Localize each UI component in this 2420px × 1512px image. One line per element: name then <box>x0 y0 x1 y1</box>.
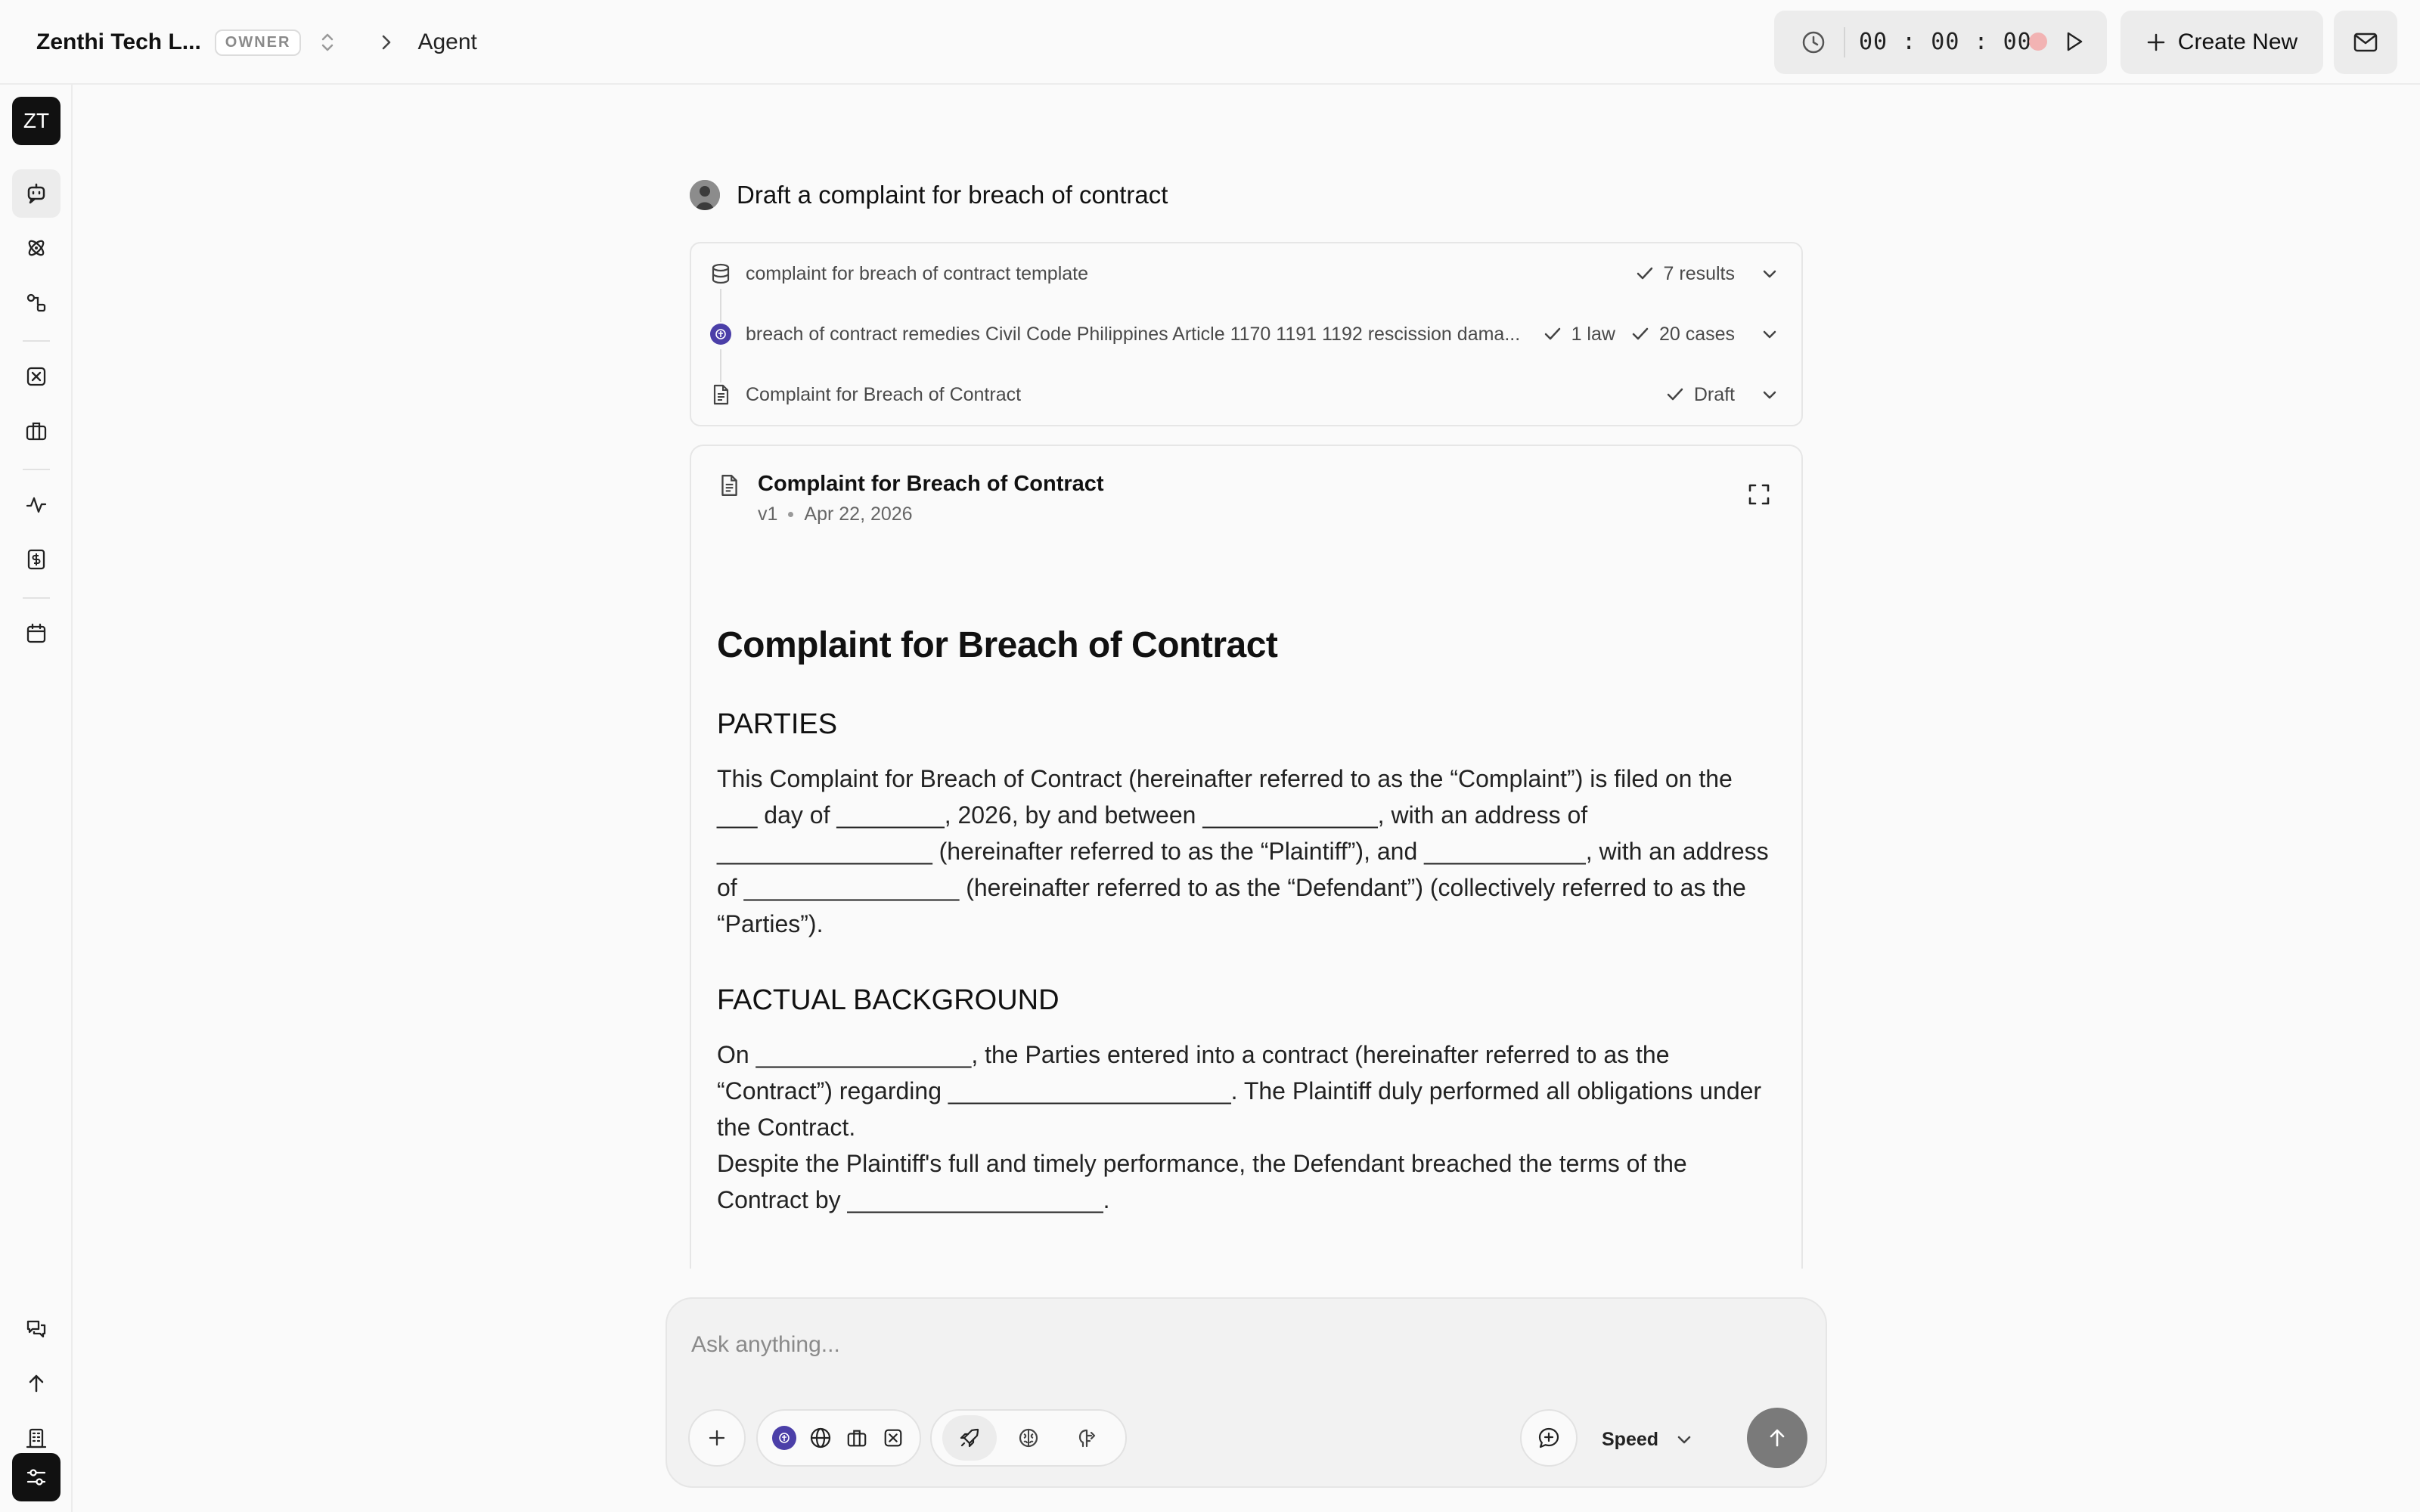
sidebar-item-x[interactable] <box>12 352 60 401</box>
building-icon <box>25 1427 48 1449</box>
avatar <box>690 180 720 210</box>
plus-icon <box>707 1428 727 1448</box>
document-meta: v1 Apr 22, 2026 <box>758 503 913 525</box>
expand-icon[interactable] <box>1747 482 1771 507</box>
sidebar-item-cases[interactable] <box>12 407 60 455</box>
prompt-text: Draft a complaint for breach of contract <box>737 181 1168 209</box>
civil-code-icon <box>710 324 731 345</box>
brain-icon[interactable] <box>1001 1422 1056 1454</box>
mode-select-value: Speed <box>1602 1428 1659 1450</box>
settings-button[interactable] <box>12 1453 60 1501</box>
x-box-icon <box>25 365 48 388</box>
sidebar-item-models[interactable] <box>12 224 60 272</box>
section-heading-parties: PARTIES <box>717 708 838 740</box>
chevron-down-icon[interactable] <box>1761 386 1779 404</box>
check-icon <box>1635 264 1655 284</box>
timer-display: 00 : 00 : 00 <box>1859 29 2032 55</box>
parties-paragraph: This Complaint for Breach of Contract (h… <box>717 765 1769 937</box>
org-switcher[interactable]: Zenthi Tech L... OWNER Agent <box>36 24 477 60</box>
document-card: Complaint for Breach of Contract v1 Apr … <box>690 445 1803 1269</box>
agent-steps: complaint for breach of contract templat… <box>690 242 1803 426</box>
user-prompt: Draft a complaint for breach of contract <box>690 180 1168 210</box>
briefcase-icon[interactable] <box>841 1422 873 1454</box>
arrow-up-icon <box>25 1372 48 1395</box>
globe-icon[interactable] <box>805 1422 836 1454</box>
x-box-icon[interactable] <box>877 1422 909 1454</box>
section-heading-background: FACTUAL BACKGROUND <box>717 984 1060 1016</box>
document-body: Complaint for Breach of Contract PARTIES… <box>717 624 1776 1218</box>
sidebar-item-workflows[interactable] <box>12 278 60 327</box>
sidebar-item-agent[interactable] <box>12 169 60 218</box>
mail-icon <box>2353 32 2378 53</box>
briefcase-icon <box>25 420 48 442</box>
role-badge: OWNER <box>214 29 302 56</box>
play-icon[interactable] <box>2062 29 2086 54</box>
sidebar-item-activity[interactable] <box>12 481 60 529</box>
billing-icon <box>25 548 48 571</box>
workspace-avatar[interactable]: ZT <box>12 97 60 145</box>
chevron-down-icon[interactable] <box>1761 265 1779 283</box>
document-date: Apr 22, 2026 <box>804 503 913 525</box>
source-toggles <box>756 1409 921 1467</box>
step-draft[interactable]: Complaint for Breach of Contract Draft <box>708 380 1779 410</box>
step-result: 7 results <box>1663 262 1735 284</box>
document-icon <box>717 473 741 497</box>
mail-button[interactable] <box>2334 11 2397 74</box>
send-button[interactable] <box>1747 1408 1807 1468</box>
document-header-title[interactable]: Complaint for Breach of Contract <box>758 472 1104 497</box>
background-paragraph-2: Despite the Plaintiff's full and timely … <box>717 1150 1687 1213</box>
top-bar: Zenthi Tech L... OWNER Agent 00 : 00 : 0… <box>0 0 2420 85</box>
chevron-down-icon <box>1675 1430 1693 1448</box>
step-legal-research[interactable]: breach of contract remedies Civil Code P… <box>708 319 1779 349</box>
chat-plus-icon <box>1537 1427 1560 1449</box>
composer: Speed <box>666 1297 1827 1488</box>
check-icon <box>1630 324 1650 344</box>
create-new-label: Create New <box>2177 29 2298 54</box>
workflow-icon <box>25 291 48 314</box>
record-dot-icon[interactable] <box>2029 33 2047 51</box>
document-title: Complaint for Breach of Contract <box>717 625 1278 665</box>
atom-icon <box>25 237 48 259</box>
document-version: v1 <box>758 503 778 525</box>
sidebar-item-calendar[interactable] <box>12 609 60 658</box>
new-chat-button[interactable] <box>1520 1409 1578 1467</box>
check-icon <box>1665 385 1685 404</box>
activity-icon <box>25 494 48 516</box>
breadcrumb-agent[interactable]: Agent <box>417 29 476 55</box>
deep-think-icon[interactable] <box>1060 1422 1115 1454</box>
plus-icon <box>2146 33 2166 52</box>
settings-sliders-icon <box>25 1466 48 1489</box>
messages-icon <box>25 1318 48 1340</box>
mode-select[interactable]: Speed <box>1602 1424 1693 1455</box>
chat-bot-icon <box>25 182 48 205</box>
calendar-icon <box>25 622 48 645</box>
civil-code-source-icon[interactable] <box>768 1422 800 1454</box>
timer: 00 : 00 : 00 <box>1774 11 2107 74</box>
create-new-button[interactable]: Create New <box>2121 11 2323 74</box>
sidebar-item-upload[interactable] <box>12 1359 60 1408</box>
arrow-up-icon <box>1766 1427 1789 1449</box>
database-icon <box>708 261 734 287</box>
sidebar: ZT <box>0 85 73 1512</box>
step-search-templates[interactable]: complaint for breach of contract templat… <box>708 259 1779 289</box>
step-result-cases: 20 cases <box>1658 323 1735 345</box>
mode-toggles <box>930 1409 1127 1467</box>
add-attachment-button[interactable] <box>688 1409 746 1467</box>
document-icon <box>708 382 734 407</box>
chevron-right-icon <box>380 33 393 51</box>
chevron-up-down-icon[interactable] <box>319 31 336 54</box>
org-name[interactable]: Zenthi Tech L... <box>36 29 201 55</box>
sidebar-item-messages[interactable] <box>12 1305 60 1353</box>
ask-input[interactable] <box>691 1326 1750 1364</box>
clock-icon <box>1801 30 1826 54</box>
check-icon <box>1543 324 1562 344</box>
step-result-laws: 1 law <box>1571 323 1615 345</box>
background-paragraph-1: On ________________, the Parties entered… <box>717 1041 1762 1141</box>
sidebar-item-billing[interactable] <box>12 535 60 584</box>
chevron-down-icon[interactable] <box>1761 325 1779 343</box>
step-result: Draft <box>1693 383 1735 405</box>
rocket-icon[interactable] <box>942 1415 997 1461</box>
